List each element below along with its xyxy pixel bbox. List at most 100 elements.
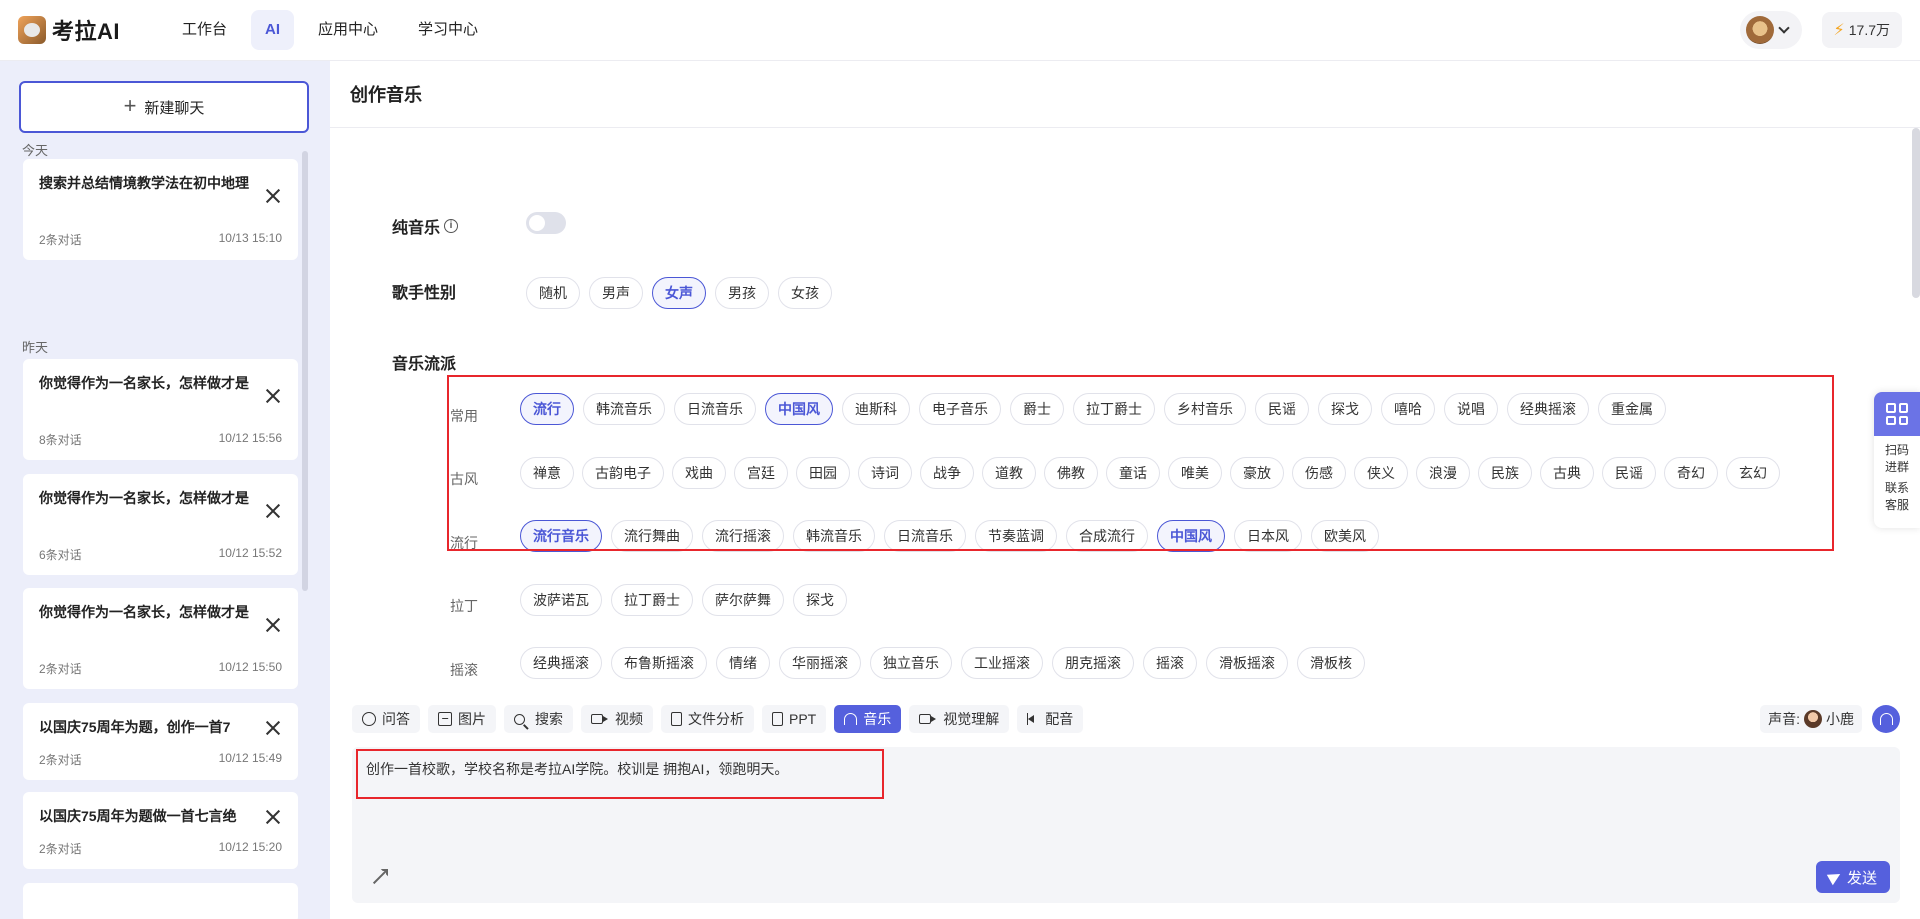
genre-row-latin: 波萨诺瓦 拉丁爵士 萨尔萨舞 探戈 bbox=[520, 584, 847, 616]
close-icon[interactable] bbox=[266, 721, 280, 735]
chat-item[interactable]: 你觉得作为一名家长，怎样做才是 2条对话 10/12 15:50 bbox=[23, 588, 298, 689]
qr-grid-icon bbox=[1886, 403, 1908, 425]
voice-label: 声音: bbox=[1768, 711, 1800, 727]
lightning-icon: ⚡ bbox=[1833, 22, 1845, 39]
qr-icon-area[interactable] bbox=[1874, 392, 1920, 436]
prompt-input[interactable]: 创作一首校歌，学校名称是考拉AI学院。校训是 拥抱AI，领跑明天。 发送 bbox=[352, 747, 1900, 903]
genre-chip[interactable]: 波萨诺瓦 bbox=[520, 584, 602, 616]
genre-group-label: 摇滚 bbox=[450, 662, 478, 678]
speaker-icon bbox=[1027, 713, 1039, 725]
float-text-scan[interactable]: 扫码 进群 联系 客服 bbox=[1874, 442, 1920, 514]
top-bar: 考拉AI 工作台 AI 应用中心 学习中心 ⚡ 17.7万 bbox=[0, 0, 1920, 61]
tool-label: 配音 bbox=[1045, 711, 1074, 727]
sidebar-scrollbar[interactable] bbox=[302, 151, 308, 591]
headphone-icon bbox=[844, 713, 858, 725]
close-icon[interactable] bbox=[266, 389, 280, 403]
new-chat-button[interactable]: + 新建聊天 bbox=[19, 81, 309, 133]
chat-sidebar: + 新建聊天 今天 搜索并总结情境教学法在初中地理 2条对话 10/13 15:1… bbox=[0, 61, 330, 919]
genre-group-label: 拉丁 bbox=[450, 598, 478, 614]
koala-logo-icon bbox=[18, 16, 46, 44]
voice-selector[interactable]: 声音: 小鹿 bbox=[1760, 705, 1862, 733]
send-button[interactable]: 发送 bbox=[1816, 861, 1890, 893]
chat-time: 10/12 15:20 bbox=[218, 840, 282, 854]
user-menu[interactable] bbox=[1739, 11, 1802, 49]
voice-avatar bbox=[1804, 710, 1822, 728]
nav-learning-center[interactable]: 学习中心 bbox=[402, 10, 494, 50]
genre-chip[interactable]: 独立音乐 bbox=[870, 647, 952, 679]
info-icon[interactable]: i bbox=[444, 219, 459, 233]
main-nav: 工作台 AI 应用中心 学习中心 bbox=[166, 10, 494, 50]
genre-chip[interactable]: 朋克摇滚 bbox=[1052, 647, 1134, 679]
tool-ppt[interactable]: PPT bbox=[762, 705, 827, 733]
points-value: 17.7万 bbox=[1848, 22, 1890, 38]
chat-count: 6条对话 bbox=[39, 548, 82, 562]
tool-search[interactable]: 搜索 bbox=[504, 705, 573, 733]
pure-music-toggle[interactable] bbox=[526, 212, 566, 234]
genre-chip[interactable]: 滑板摇滚 bbox=[1206, 647, 1288, 679]
close-icon[interactable] bbox=[266, 618, 280, 632]
contact-float-panel[interactable]: 扫码 进群 联系 客服 bbox=[1874, 392, 1920, 528]
close-icon[interactable] bbox=[266, 504, 280, 518]
composer: 问答 图片 搜索 视频 文件分析 PPT 音乐 视觉理解 配音 声音: 小鹿 创… bbox=[352, 697, 1900, 907]
tool-file-analysis[interactable]: 文件分析 bbox=[661, 705, 754, 733]
chat-item[interactable]: 你觉得作为一名家长，怎样做才是 6条对话 10/12 15:52 bbox=[23, 474, 298, 575]
chat-title: 以国庆75周年为题，创作一首7 bbox=[39, 719, 231, 735]
tool-qa[interactable]: 问答 bbox=[352, 705, 420, 733]
image-icon bbox=[438, 712, 452, 726]
gender-chip-female[interactable]: 女声 bbox=[652, 277, 706, 309]
chat-item[interactable]: 你觉得作为一名家长，怎样做才是 8条对话 10/12 15:56 bbox=[23, 359, 298, 460]
genre-chip[interactable]: 华丽摇滚 bbox=[779, 647, 861, 679]
headphone-icon bbox=[1879, 713, 1893, 725]
chat-count: 2条对话 bbox=[39, 842, 82, 856]
genre-chip[interactable]: 探戈 bbox=[793, 584, 847, 616]
plus-icon: + bbox=[123, 92, 137, 118]
chat-time: 10/12 15:56 bbox=[218, 431, 282, 445]
genre-label: 音乐流派 bbox=[392, 356, 457, 373]
avatar bbox=[1745, 16, 1774, 44]
tool-visual-understanding[interactable]: 视觉理解 bbox=[909, 705, 1010, 733]
genre-chip[interactable]: 萨尔萨舞 bbox=[702, 584, 784, 616]
chat-time: 10/12 15:52 bbox=[218, 546, 282, 560]
nav-app-center[interactable]: 应用中心 bbox=[302, 10, 394, 50]
genre-chip[interactable]: 经典摇滚 bbox=[520, 647, 602, 679]
tool-image[interactable]: 图片 bbox=[428, 705, 496, 733]
genre-chip[interactable]: 拉丁爵士 bbox=[611, 584, 693, 616]
genre-chip[interactable]: 滑板核 bbox=[1297, 647, 1365, 679]
gender-chip-male[interactable]: 男声 bbox=[589, 277, 643, 309]
float-line: 联系 bbox=[1884, 481, 1909, 495]
close-icon[interactable] bbox=[266, 189, 280, 203]
tool-dubbing[interactable]: 配音 bbox=[1017, 705, 1084, 733]
gender-chip-random[interactable]: 随机 bbox=[526, 277, 580, 309]
expand-icon[interactable] bbox=[372, 869, 388, 885]
chat-item[interactable]: 以国庆75周年为题做一首七言绝 2条对话 10/12 15:20 bbox=[23, 792, 298, 869]
float-line: 扫码 bbox=[1884, 443, 1909, 457]
gender-chip-girl[interactable]: 女孩 bbox=[778, 277, 832, 309]
genre-chip[interactable]: 摇滚 bbox=[1143, 647, 1197, 679]
chat-item[interactable] bbox=[23, 883, 298, 919]
tool-music[interactable]: 音乐 bbox=[834, 705, 902, 733]
tool-label: PPT bbox=[789, 711, 817, 727]
video-icon bbox=[919, 714, 937, 724]
gender-chip-boy[interactable]: 男孩 bbox=[715, 277, 769, 309]
chat-item[interactable]: 以国庆75周年为题，创作一首7 2条对话 10/12 15:49 bbox=[23, 703, 298, 780]
voice-name: 小鹿 bbox=[1826, 711, 1854, 727]
close-icon[interactable] bbox=[266, 810, 280, 824]
genre-chip[interactable]: 工业摇滚 bbox=[961, 647, 1043, 679]
app-logo[interactable]: 考拉AI bbox=[18, 14, 120, 46]
headphone-button[interactable] bbox=[1872, 705, 1900, 733]
nav-workbench[interactable]: 工作台 bbox=[166, 10, 243, 50]
nav-ai[interactable]: AI bbox=[251, 10, 295, 50]
chat-count: 2条对话 bbox=[39, 233, 82, 247]
tool-video[interactable]: 视频 bbox=[581, 705, 653, 733]
points-badge[interactable]: ⚡ 17.7万 bbox=[1821, 12, 1902, 48]
send-label: 发送 bbox=[1846, 869, 1877, 887]
genre-chip[interactable]: 布鲁斯摇滚 bbox=[611, 647, 707, 679]
chat-item[interactable]: 搜索并总结情境教学法在初中地理 2条对话 10/13 15:10 bbox=[23, 159, 298, 260]
app-name: 考拉AI bbox=[52, 19, 121, 44]
chat-count: 8条对话 bbox=[39, 433, 82, 447]
gender-label: 歌手性别 bbox=[392, 285, 457, 302]
genre-chip[interactable]: 情绪 bbox=[716, 647, 770, 679]
float-line: 客服 bbox=[1884, 498, 1909, 512]
highlight-box bbox=[447, 375, 1834, 551]
search-icon bbox=[514, 713, 525, 725]
